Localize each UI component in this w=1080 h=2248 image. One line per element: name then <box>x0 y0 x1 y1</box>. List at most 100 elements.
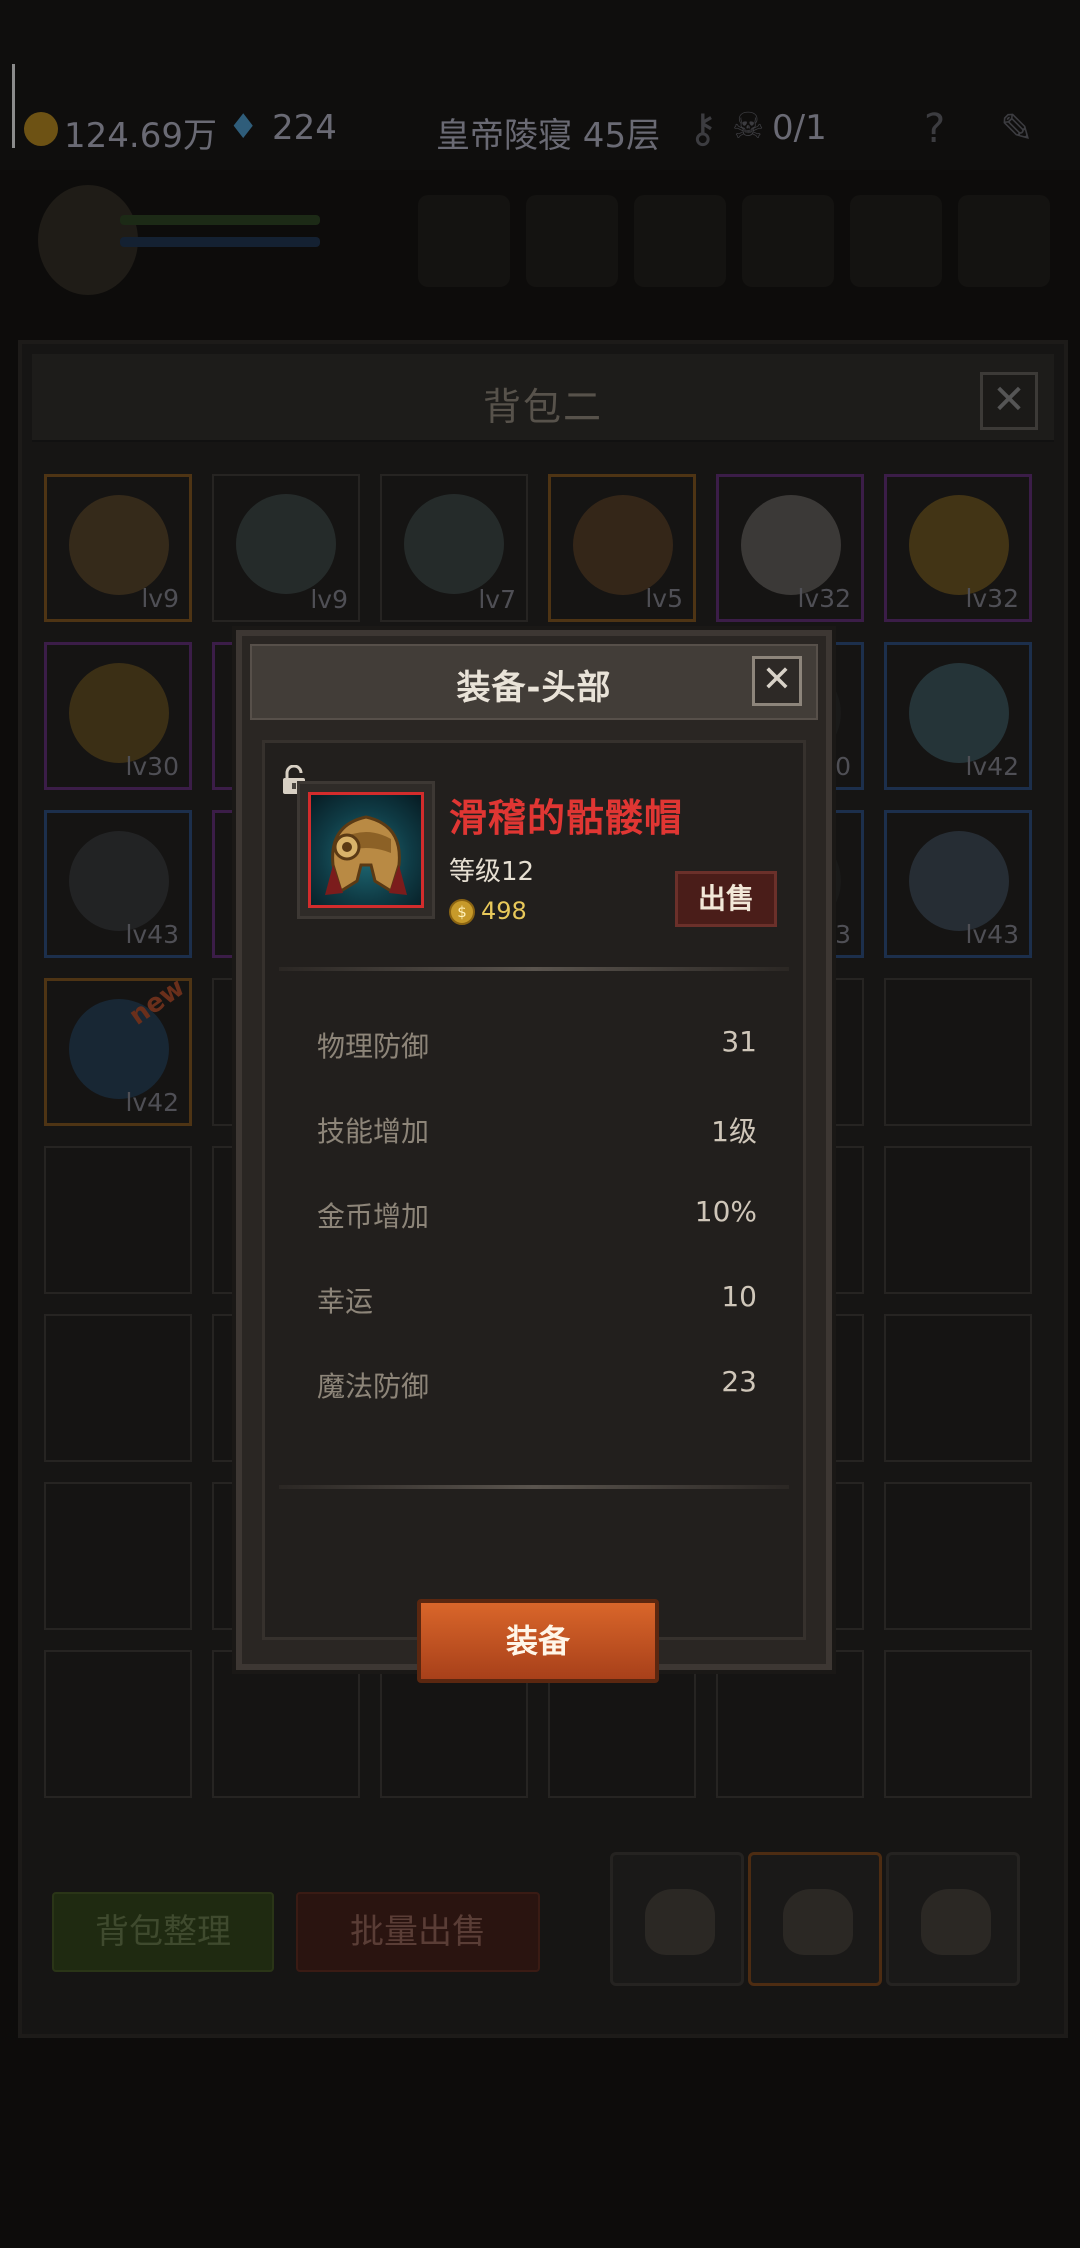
bag-slot[interactable] <box>716 1650 864 1798</box>
dialog-header: 装备-头部 ✕ <box>250 644 818 720</box>
equip-slot-pumpkin[interactable] <box>958 195 1050 287</box>
divider <box>279 967 789 971</box>
bag-slot[interactable] <box>212 1650 360 1798</box>
equip-button[interactable]: 装备 <box>417 1599 659 1683</box>
bag-slot[interactable] <box>44 1146 192 1294</box>
bag-slot[interactable] <box>884 1650 1032 1798</box>
equip-slot-face[interactable] <box>526 195 618 287</box>
bag-slot[interactable] <box>44 1314 192 1462</box>
equip-slot-head[interactable] <box>418 195 510 287</box>
bag-slot[interactable] <box>884 1146 1032 1294</box>
hero-row <box>0 185 1080 335</box>
item-icon <box>741 495 841 595</box>
sell-button[interactable]: 出售 <box>675 871 777 927</box>
item-icon <box>909 495 1009 595</box>
item-level-label: lv42 <box>965 752 1019 781</box>
bag-slot[interactable] <box>884 1314 1032 1462</box>
sort-bag-button[interactable]: 背包整理 <box>52 1892 274 1972</box>
divider <box>279 1485 789 1489</box>
backpack-title-bar: 背包二 ✕ <box>32 354 1054 442</box>
gem-amount: 224 <box>272 108 337 148</box>
dialog-close-button[interactable]: ✕ <box>752 656 802 706</box>
item-level-label: lv9 <box>310 585 348 614</box>
stat-label: 魔法防御 <box>317 1370 430 1403</box>
bag-slot[interactable] <box>44 1650 192 1798</box>
stat-row: 魔法防御 23 <box>317 1365 757 1405</box>
item-icon <box>573 495 673 595</box>
item-level-label: lv43 <box>965 920 1019 949</box>
bag-slot[interactable]: lv5 <box>548 474 696 622</box>
dungeon-floor-label: 皇帝陵寝 45层 <box>436 116 661 156</box>
bag-tab-3[interactable] <box>886 1852 1020 1986</box>
settings-icon[interactable]: ✎ <box>1000 106 1034 152</box>
bag-slot[interactable]: lv9 <box>212 474 360 622</box>
item-level-label: 3 <box>835 920 851 949</box>
bag-slot[interactable] <box>884 978 1032 1126</box>
sack-icon <box>783 1889 853 1955</box>
item-level-label: lv7 <box>478 585 516 614</box>
stat-value: 1级 <box>711 1115 757 1148</box>
gem-icon: ♦ <box>228 107 259 147</box>
bag-slot[interactable]: lv42 new <box>44 972 192 1126</box>
stat-label: 技能增加 <box>317 1115 430 1148</box>
stat-label: 金币增加 <box>317 1200 430 1233</box>
sack-icon <box>645 1889 715 1955</box>
bag-slot[interactable]: lv7 <box>380 474 528 622</box>
item-level-label: lv32 <box>965 584 1019 613</box>
bulk-sell-button[interactable]: 批量出售 <box>296 1892 540 1972</box>
gold-coin-icon <box>24 112 58 146</box>
equipment-dialog: 装备-头部 ✕ 滑稽的骷髅帽 等级12 $ 498 出售 物理防御 31 技能增… <box>236 630 832 1683</box>
bag-tab-1[interactable] <box>610 1852 744 1986</box>
bag-slot[interactable]: lv30 <box>44 642 192 790</box>
item-level-label: lv30 <box>125 752 179 781</box>
item-level-label: 0 <box>835 752 851 781</box>
item-icon <box>69 495 169 595</box>
cursor-indicator <box>12 64 15 148</box>
gold-coin-icon: $ <box>449 899 475 925</box>
item-level-label: lv9 <box>141 584 179 613</box>
help-button[interactable]: ? <box>924 106 945 152</box>
skull-icon: ☠ <box>732 106 765 147</box>
top-hud: 124.69万 ♦ 224 皇帝陵寝 45层 ⚷ ☠ 0/1 ? ✎ <box>0 0 1080 170</box>
gold-amount: 124.69万 <box>64 116 217 156</box>
bag-slot[interactable]: lv42 <box>884 642 1032 790</box>
item-level-label: lv42 <box>125 1088 179 1117</box>
key-count: 0/1 <box>772 108 827 148</box>
key-icon: ⚷ <box>688 106 718 152</box>
item-icon <box>69 663 169 763</box>
dialog-body: 滑稽的骷髅帽 等级12 $ 498 出售 物理防御 31 技能增加 1级 金币增加 10%… <box>262 740 806 1683</box>
item-sell-price: 498 <box>481 897 527 925</box>
equip-slot-ring[interactable] <box>850 195 942 287</box>
bag-slot[interactable]: lv32 <box>884 474 1032 622</box>
bag-slot[interactable] <box>44 1482 192 1630</box>
bag-slot[interactable]: lv43 <box>884 810 1032 958</box>
bag-slot[interactable] <box>884 1482 1032 1630</box>
backpack-close-button[interactable]: ✕ <box>980 372 1038 430</box>
item-icon <box>909 831 1009 931</box>
backpack-title: 背包二 <box>482 385 603 429</box>
mp-bar <box>120 237 320 247</box>
stat-label: 物理防御 <box>317 1030 430 1063</box>
bag-tab-2[interactable] <box>748 1852 882 1986</box>
equip-slot-body[interactable] <box>634 195 726 287</box>
stat-value: 10% <box>694 1195 757 1228</box>
equip-slot-weapon[interactable] <box>742 195 834 287</box>
item-icon <box>69 831 169 931</box>
hp-bar <box>120 215 320 225</box>
item-icon <box>236 494 336 594</box>
stat-value: 31 <box>721 1025 757 1058</box>
stat-row: 技能增加 1级 <box>317 1110 757 1150</box>
stat-value: 10 <box>721 1280 757 1313</box>
skull-helmet-icon <box>325 815 407 895</box>
item-icon-frame <box>297 781 435 919</box>
item-level: 等级12 <box>449 857 535 887</box>
item-icon <box>404 494 504 594</box>
item-level-label: lv32 <box>797 584 851 613</box>
stat-row: 幸运 10 <box>317 1280 757 1320</box>
stat-value: 23 <box>721 1365 757 1398</box>
bag-slot[interactable]: lv9 <box>44 474 192 622</box>
item-level-label: lv43 <box>125 920 179 949</box>
bag-slot[interactable]: lv32 <box>716 474 864 622</box>
bag-slot[interactable]: lv43 <box>44 810 192 958</box>
item-image <box>308 792 424 908</box>
